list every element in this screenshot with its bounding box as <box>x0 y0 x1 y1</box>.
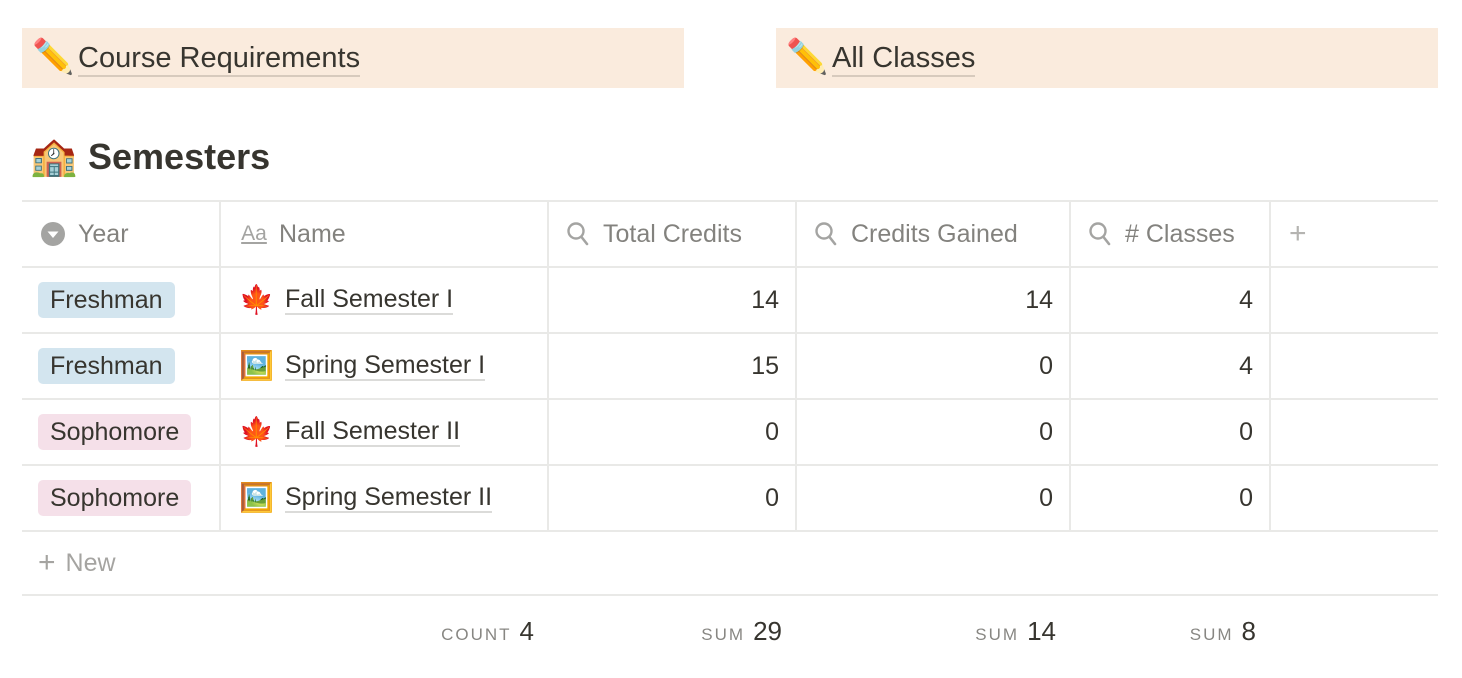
course-requirements-link[interactable]: Course Requirements <box>78 42 361 77</box>
maple-leaf-icon: 🍁 <box>239 284 274 315</box>
callout-all-classes: ✏️ All Classes <box>776 28 1438 88</box>
cell-credits-gained[interactable]: 14 <box>797 268 1071 332</box>
cell-total-credits[interactable]: 0 <box>549 466 797 530</box>
add-column-button[interactable]: + <box>1271 202 1438 266</box>
aggregation-classes[interactable]: SUM 8 <box>1190 616 1256 647</box>
column-header-label: Credits Gained <box>851 219 1018 248</box>
cell-credits-gained[interactable]: 0 <box>797 334 1071 398</box>
cell-total-credits[interactable]: 15 <box>549 334 797 398</box>
year-tag: Sophomore <box>38 480 192 516</box>
cell-year[interactable]: Sophomore <box>22 400 221 464</box>
select-icon <box>38 221 68 247</box>
table-row[interactable]: Sophomore 🍁 Fall Semester II 0 0 0 <box>22 400 1438 466</box>
search-icon <box>811 221 841 247</box>
plus-icon: + <box>38 546 56 579</box>
maple-leaf-icon: 🍁 <box>239 416 274 447</box>
table-row[interactable]: Sophomore 🖼️ Spring Semester II 0 0 0 <box>22 466 1438 532</box>
aggregation-label: SUM <box>1189 625 1234 644</box>
semesters-table: Year Aa Name Total Credits Credits Gaine… <box>22 200 1438 666</box>
page-link[interactable]: Fall Semester I <box>285 285 454 316</box>
aggregation-label: SUM <box>701 625 746 644</box>
framed-picture-icon: 🖼️ <box>239 350 274 381</box>
cell-empty <box>1271 268 1438 332</box>
cell-name[interactable]: 🖼️ Spring Semester I <box>221 334 549 398</box>
year-tag: Freshman <box>38 282 175 318</box>
year-tag: Freshman <box>38 348 175 384</box>
aggregation-value: 29 <box>753 616 782 646</box>
school-icon[interactable]: 🏫 <box>30 138 88 176</box>
plus-icon: + <box>1289 217 1307 250</box>
aggregation-count[interactable]: COUNT 4 <box>441 616 534 647</box>
table-header: Year Aa Name Total Credits Credits Gaine… <box>22 200 1438 268</box>
aggregation-value: 14 <box>1027 616 1056 646</box>
column-header-year[interactable]: Year <box>22 202 221 266</box>
pencil-icon: ✏️ <box>32 38 75 76</box>
cell-name[interactable]: 🍁 Fall Semester II <box>221 400 549 464</box>
aggregation-value: 4 <box>519 616 534 646</box>
cell-classes[interactable]: 4 <box>1071 268 1271 332</box>
aggregation-label: COUNT <box>441 625 512 644</box>
aggregation-total-credits[interactable]: SUM 29 <box>701 616 782 647</box>
page-link[interactable]: Fall Semester II <box>285 417 461 448</box>
column-header-credits-gained[interactable]: Credits Gained <box>797 202 1071 266</box>
page-link[interactable]: Spring Semester I <box>285 351 486 382</box>
all-classes-link[interactable]: All Classes <box>832 42 976 77</box>
callout-course-requirements: ✏️ Course Requirements <box>22 28 684 88</box>
cell-year[interactable]: Freshman <box>22 334 221 398</box>
cell-total-credits[interactable]: 14 <box>549 268 797 332</box>
table-row[interactable]: Freshman 🍁 Fall Semester I 14 14 4 <box>22 268 1438 334</box>
cell-empty <box>1271 400 1438 464</box>
cell-name[interactable]: 🍁 Fall Semester I <box>221 268 549 332</box>
column-header-label: Year <box>78 219 129 248</box>
year-tag: Sophomore <box>38 414 192 450</box>
database-title: 🏫 Semesters <box>30 134 270 180</box>
cell-classes[interactable]: 0 <box>1071 400 1271 464</box>
text-property-icon: Aa <box>241 222 267 245</box>
table-row[interactable]: Freshman 🖼️ Spring Semester I 15 0 4 <box>22 334 1438 400</box>
aggregation-label: SUM <box>975 625 1020 644</box>
cell-classes[interactable]: 0 <box>1071 466 1271 530</box>
column-header-name[interactable]: Aa Name <box>221 202 549 266</box>
aggregation-credits-gained[interactable]: SUM 14 <box>975 616 1056 647</box>
column-header-label: # Classes <box>1125 219 1235 248</box>
page-link[interactable]: Spring Semester II <box>285 483 493 514</box>
pencil-icon: ✏️ <box>786 38 829 76</box>
cell-year[interactable]: Freshman <box>22 268 221 332</box>
column-header-total-credits[interactable]: Total Credits <box>549 202 797 266</box>
framed-picture-icon: 🖼️ <box>239 482 274 513</box>
search-icon <box>1085 221 1115 247</box>
column-header-classes[interactable]: # Classes <box>1071 202 1271 266</box>
column-header-label: Total Credits <box>603 219 742 248</box>
cell-credits-gained[interactable]: 0 <box>797 466 1071 530</box>
cell-credits-gained[interactable]: 0 <box>797 400 1071 464</box>
cell-total-credits[interactable]: 0 <box>549 400 797 464</box>
new-row-button[interactable]: + New <box>22 532 1438 596</box>
aggregation-value: 8 <box>1241 616 1256 646</box>
aggregation-footer: COUNT 4 SUM 29 SUM 14 SUM 8 <box>22 596 1438 666</box>
database-title-text[interactable]: Semesters <box>88 136 270 178</box>
cell-name[interactable]: 🖼️ Spring Semester II <box>221 466 549 530</box>
column-header-label: Name <box>279 219 346 248</box>
cell-year[interactable]: Sophomore <box>22 466 221 530</box>
new-row-label: New <box>65 548 116 577</box>
cell-classes[interactable]: 4 <box>1071 334 1271 398</box>
table-body: Freshman 🍁 Fall Semester I 14 14 4 Fresh… <box>22 268 1438 532</box>
cell-empty <box>1271 466 1438 530</box>
search-icon <box>563 221 593 247</box>
cell-empty <box>1271 334 1438 398</box>
